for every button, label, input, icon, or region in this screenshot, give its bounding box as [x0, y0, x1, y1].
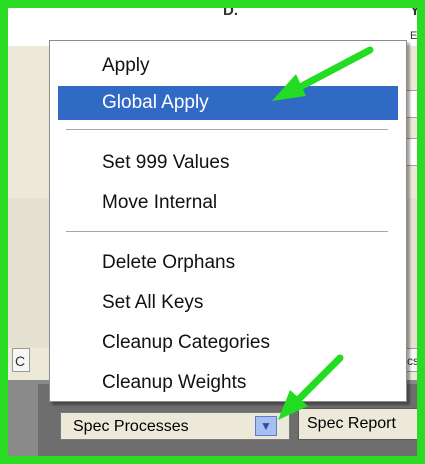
menu-item-move-internal[interactable]: Move Internal	[58, 186, 398, 220]
background-input-field[interactable]	[406, 90, 417, 118]
background-tab[interactable]: cs	[406, 348, 417, 372]
context-menu: Apply Global Apply Set 999 Values Move I…	[49, 40, 407, 402]
background-header-fragment: Yo	[410, 2, 419, 19]
background-header-fragment: D.	[223, 2, 238, 19]
background-subheader-fragment: Ex	[410, 30, 423, 42]
dropdown-value: Spec Processes	[73, 418, 189, 435]
menu-item-set-all-keys[interactable]: Set All Keys	[58, 286, 398, 320]
spec-processes-dropdown[interactable]: Spec Processes ▼	[60, 412, 290, 440]
menu-separator	[66, 231, 388, 233]
menu-item-delete-orphans[interactable]: Delete Orphans	[58, 246, 398, 280]
chevron-down-icon: ▼	[260, 419, 272, 433]
menu-item-cleanup-categories[interactable]: Cleanup Categories	[58, 326, 398, 360]
background-input-field[interactable]	[406, 138, 417, 166]
menu-item-apply[interactable]: Apply	[58, 49, 398, 83]
menu-separator	[66, 129, 388, 131]
dropdown-button[interactable]: ▼	[255, 416, 277, 436]
menu-item-set-999-values[interactable]: Set 999 Values	[58, 146, 398, 180]
menu-item-cleanup-weights[interactable]: Cleanup Weights	[58, 366, 398, 400]
spec-report-button[interactable]: Spec Report	[298, 408, 417, 440]
window-frame: D. Yo Ex C cs Spec Processes ▼ Spec Repo…	[0, 0, 425, 464]
background-tab[interactable]: C	[12, 348, 30, 372]
menu-item-global-apply[interactable]: Global Apply	[58, 86, 398, 120]
